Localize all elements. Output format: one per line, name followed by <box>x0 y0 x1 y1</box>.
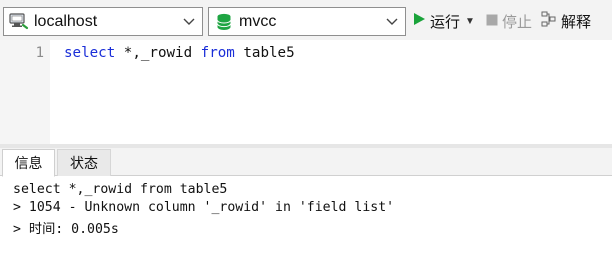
explain-label: 解释 <box>561 13 592 31</box>
table-name: table5 <box>234 45 295 61</box>
run-button[interactable]: 运行 ▼ <box>413 9 475 33</box>
explain-button[interactable]: 解释 <box>541 9 591 33</box>
sql-code-line[interactable]: select *,_rowid from table5 <box>64 45 295 61</box>
explain-icon <box>541 11 557 31</box>
connection-value: localhost <box>34 12 98 30</box>
caret-down-icon[interactable]: ▼ <box>465 16 475 27</box>
tab-status-label: 状态 <box>70 155 98 171</box>
keyword-from: from <box>200 45 235 61</box>
output-time-line: > 时间: 0.005s <box>13 222 119 237</box>
tab-info[interactable]: 信息 <box>2 149 55 177</box>
connection-select[interactable]: localhost <box>3 7 203 36</box>
select-columns: *,_rowid <box>115 45 201 61</box>
database-select[interactable]: mvcc <box>208 7 406 36</box>
keyword-select: select <box>64 45 116 61</box>
output-error-line: > 1054 - Unknown column '_rowid' in 'fie… <box>13 200 395 215</box>
tab-info-label: 信息 <box>14 155 43 171</box>
stop-icon <box>486 13 498 30</box>
connection-icon <box>8 11 30 33</box>
stop-label: 停止 <box>502 13 533 31</box>
chevron-down-icon[interactable] <box>383 8 401 35</box>
line-number: 1 <box>35 45 44 61</box>
stop-button[interactable]: 停止 <box>486 9 532 33</box>
output-query-line: select *,_rowid from table5 <box>13 182 228 197</box>
database-icon <box>213 11 235 33</box>
line-gutter: 1 <box>0 40 50 144</box>
database-value: mvcc <box>239 12 277 30</box>
toolbar: localhost mvcc 运行 ▼ 停止 解释 <box>0 0 612 40</box>
run-label: 运行 <box>430 13 461 31</box>
sql-editor[interactable]: 1 select *,_rowid from table5 <box>0 40 612 144</box>
result-tabbar: 信息 状态 <box>0 148 612 177</box>
play-icon <box>413 12 426 30</box>
message-output: select *,_rowid from table5 > 1054 - Unk… <box>0 177 612 253</box>
chevron-down-icon[interactable] <box>180 8 198 35</box>
tab-status[interactable]: 状态 <box>57 149 111 176</box>
